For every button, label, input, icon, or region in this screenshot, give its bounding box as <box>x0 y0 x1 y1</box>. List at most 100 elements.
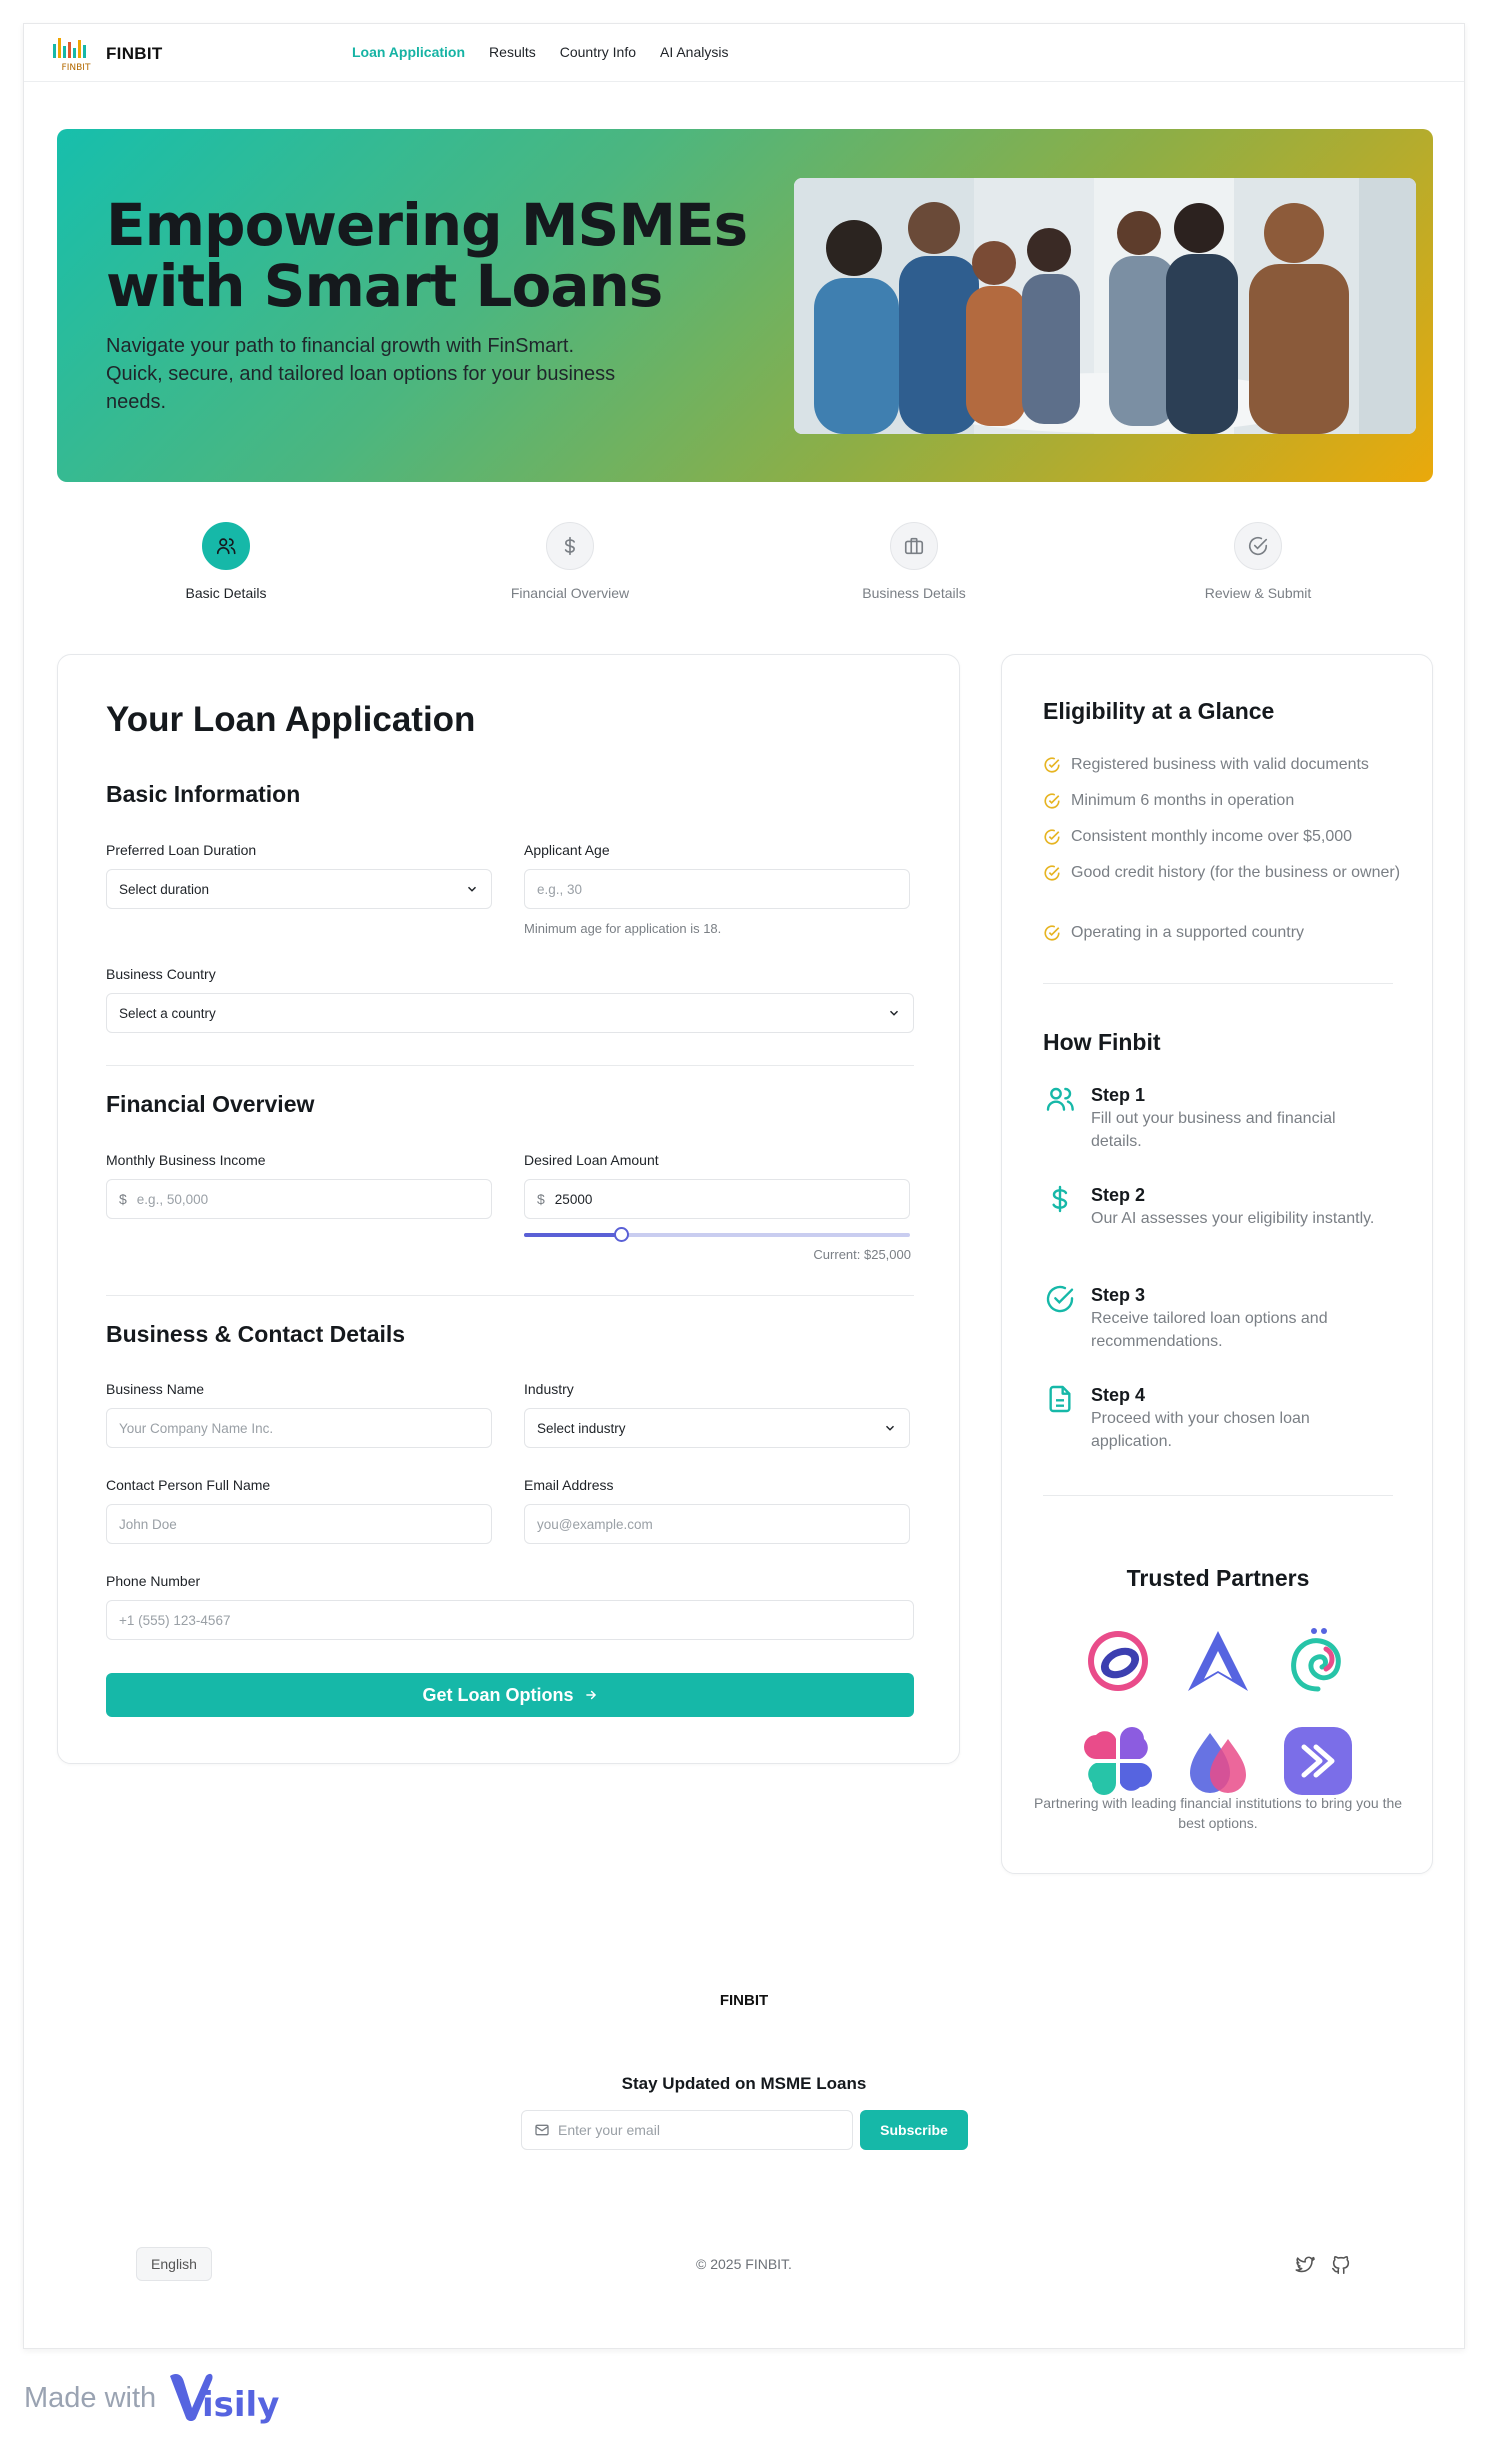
how-step-desc: Proceed with your chosen loan applicatio… <box>1091 1410 1310 1450</box>
age-hint: Minimum age for application is 18. <box>524 921 722 936</box>
industry-select[interactable]: Select industry <box>524 1408 910 1448</box>
brand-name: FINBIT <box>106 44 163 63</box>
newsletter-title: Stay Updated on MSME Loans <box>621 2074 867 2093</box>
form-title: Your Loan Application <box>106 700 476 739</box>
phone-input[interactable]: +1 (555) 123-4567 <box>106 1600 914 1640</box>
step-label: Basic Details <box>185 585 267 601</box>
svg-text:isily: isily <box>202 2385 279 2425</box>
dollar-icon <box>546 522 594 570</box>
footer-brand: FINBIT <box>719 1992 769 2009</box>
currency-symbol: $ <box>119 1191 127 1207</box>
phone-label: Phone Number <box>106 1573 201 1589</box>
monthly-income-label: Monthly Business Income <box>106 1152 266 1168</box>
dollar-icon <box>1052 1185 1068 1213</box>
step-business-details[interactable]: Business Details <box>814 522 1014 601</box>
team-meeting-image <box>794 178 1416 434</box>
contact-name-label: Contact Person Full Name <box>106 1477 271 1493</box>
how-step: Step 3 Receive tailored loan options and … <box>1043 1283 1383 1353</box>
business-country-select[interactable]: Select a country <box>106 993 914 1033</box>
partner-triangle-logo[interactable] <box>1182 1625 1254 1697</box>
slider-fill <box>524 1233 621 1237</box>
eligibility-item: Operating in a supported country <box>1043 921 1403 944</box>
sidebar-divider <box>1043 1495 1393 1496</box>
check-circle-icon <box>1234 522 1282 570</box>
nav-country-info[interactable]: Country Info <box>560 44 636 60</box>
chevron-down-icon <box>889 1010 899 1016</box>
loan-duration-select[interactable]: Select duration <box>106 869 492 909</box>
sidebar-card: Eligibility at a Glance Registered busin… <box>1001 654 1433 1874</box>
basic-info-title: Basic Information <box>106 781 301 807</box>
how-step-desc: Our AI assesses your eligibility instant… <box>1091 1210 1375 1227</box>
get-loan-options-button[interactable]: Get Loan Options <box>106 1673 914 1717</box>
step-review-submit[interactable]: Review & Submit <box>1158 522 1358 601</box>
partners-note: Partnering with leading financial instit… <box>1033 1795 1403 1831</box>
subscribe-button[interactable]: Subscribe <box>860 2110 968 2150</box>
svg-text:FINBIT: FINBIT <box>62 63 91 73</box>
loan-duration-label: Preferred Loan Duration <box>106 842 257 858</box>
loan-amount-label: Desired Loan Amount <box>524 1152 659 1168</box>
nav-results[interactable]: Results <box>489 44 536 60</box>
partner-spiral-logo[interactable] <box>1282 1625 1354 1697</box>
step-label: Business Details <box>862 585 966 601</box>
how-step-title: Step 2 <box>1091 1185 1146 1205</box>
applicant-age-input[interactable]: e.g., 30 <box>524 869 910 909</box>
how-step-title: Step 4 <box>1091 1385 1146 1405</box>
finbit-logo[interactable]: FINBIT <box>51 30 101 76</box>
visily-logo: isily <box>170 2373 280 2425</box>
made-with-text: Made with <box>24 2381 157 2414</box>
partner-petals-logo[interactable] <box>1082 1725 1154 1797</box>
users-icon <box>202 522 250 570</box>
briefcase-icon <box>890 522 938 570</box>
email-input[interactable]: you@example.com <box>524 1504 910 1544</box>
how-step-title: Step 1 <box>1091 1085 1146 1105</box>
hero-banner: Empowering MSMEs with Smart Loans Naviga… <box>57 129 1433 482</box>
hero-title: Empowering MSMEs with Smart Loans <box>106 191 748 320</box>
chevron-down-icon <box>467 886 477 892</box>
current-amount: Current: $25,000 <box>813 1247 911 1262</box>
chevron-down-icon <box>885 1425 895 1431</box>
partner-ring-logo[interactable] <box>1082 1625 1154 1697</box>
partners-title: Trusted Partners <box>1126 1565 1310 1591</box>
nav-loan-application[interactable]: Loan Application <box>352 44 465 60</box>
loan-amount-input[interactable]: $ 25000 <box>524 1179 910 1219</box>
slider-thumb[interactable] <box>613 1227 629 1242</box>
made-with-badge[interactable]: Made with isily <box>24 2370 286 2426</box>
mail-icon <box>535 2124 549 2136</box>
monthly-income-input[interactable]: $ e.g., 50,000 <box>106 1179 492 1219</box>
business-name-label: Business Name <box>106 1381 205 1397</box>
check-circle-icon <box>1044 793 1060 809</box>
twitter-icon[interactable] <box>1294 2254 1316 2276</box>
section-divider <box>106 1295 914 1296</box>
check-circle-icon <box>1046 1285 1074 1313</box>
document-icon <box>1049 1385 1071 1413</box>
step-financial-overview[interactable]: Financial Overview <box>470 522 670 601</box>
business-name-input[interactable]: Your Company Name Inc. <box>106 1408 492 1448</box>
business-country-label: Business Country <box>106 966 216 982</box>
partner-forward-logo[interactable] <box>1282 1725 1354 1797</box>
industry-label: Industry <box>524 1381 574 1397</box>
arrow-right-icon <box>585 1690 596 1700</box>
contact-name-input[interactable]: John Doe <box>106 1504 492 1544</box>
email-label: Email Address <box>524 1477 614 1493</box>
how-step-desc: Receive tailored loan options and recomm… <box>1091 1310 1328 1350</box>
check-circle-icon <box>1044 865 1060 881</box>
step-basic-details[interactable]: Basic Details <box>126 522 326 601</box>
check-circle-icon <box>1044 757 1060 773</box>
currency-symbol: $ <box>537 1191 545 1207</box>
how-step: Step 2 Our AI assesses your eligibility i… <box>1043 1183 1383 1230</box>
newsletter-email-input[interactable]: Enter your email <box>521 2110 853 2150</box>
copyright: © 2025 FINBIT. <box>696 2256 792 2272</box>
partner-drops-logo[interactable] <box>1182 1725 1254 1797</box>
users-icon <box>1046 1087 1074 1111</box>
loan-amount-slider[interactable] <box>524 1227 910 1242</box>
check-circle-icon <box>1044 829 1060 845</box>
how-step-title: Step 3 <box>1091 1285 1146 1305</box>
applicant-age-label: Applicant Age <box>524 842 610 858</box>
page: FINBIT FINBIT Loan Application Results C… <box>23 23 1465 2349</box>
progress-steps: Basic Details Financial Overview Busines… <box>24 522 1464 622</box>
github-icon[interactable] <box>1330 2254 1352 2276</box>
nav-ai-analysis[interactable]: AI Analysis <box>660 44 728 60</box>
main-nav: Loan Application Results Country Info AI… <box>352 44 728 60</box>
header: FINBIT FINBIT Loan Application Results C… <box>24 24 1464 82</box>
eligibility-title: Eligibility at a Glance <box>1043 698 1275 724</box>
